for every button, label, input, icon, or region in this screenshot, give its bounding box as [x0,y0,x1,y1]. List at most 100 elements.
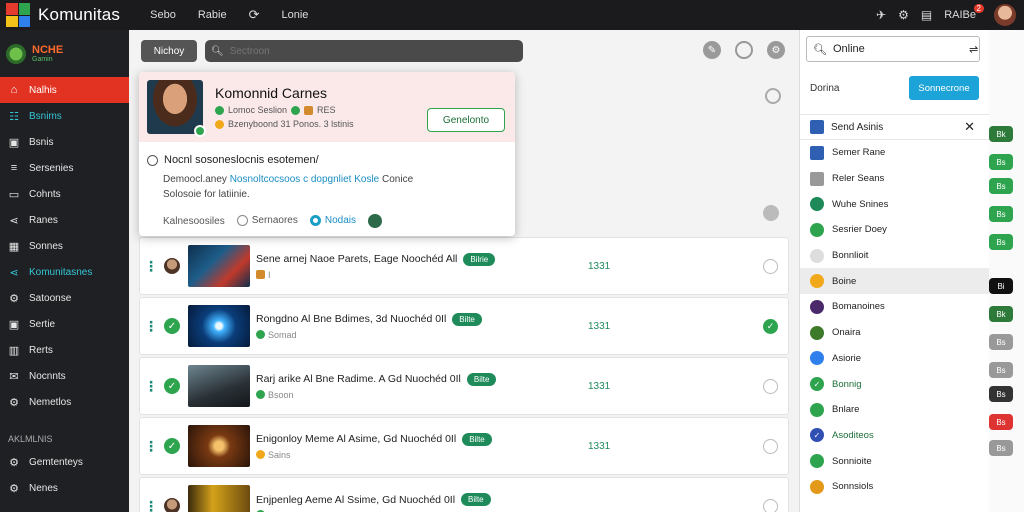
row-checkbox[interactable] [763,498,778,512]
panel-list-item[interactable]: ✓ Asoditeos [800,423,989,449]
more-options-icon[interactable]: ⋮ [140,378,162,395]
sidebar-item-nocnnts[interactable]: ✉ Nocnnts [0,363,129,389]
row-title[interactable]: Rongdno Al Bne Bdimes, 3d Nuochéd 0Il [256,313,446,325]
sidebar-item-cohnts[interactable]: ▭ Cohnts [0,181,129,207]
sidebar-item-komunitasnes[interactable]: ⋖ Komunitasnes [0,259,129,285]
edge-chip[interactable]: Bk [989,306,1013,322]
top-nav-item-1[interactable]: Sebo [150,9,176,21]
option-1[interactable]: Kalnesoosiles [163,216,225,227]
row-title[interactable]: Enigonloy Meme Al Asime, Gd Nuochéd 0Il [256,433,456,445]
table-row[interactable]: ⋮ Sene arnej Naoe Parets, Eage Noochéd Al… [139,237,789,295]
panel-list-item[interactable]: Bonnlioit [800,243,989,269]
game-icon [810,145,824,160]
sidebar-item-nemetlos[interactable]: ⚙ Nemetlos [0,389,129,415]
more-options-icon[interactable]: ⋮ [140,258,162,275]
sidebar-item-gemtenteys[interactable]: ⚙ Gemtenteys [0,449,129,475]
sidebar-item-rerts[interactable]: ▥ Rerts [0,337,129,363]
panel-list-item[interactable]: Reler Seans [800,166,989,192]
edge-chip[interactable]: Bs [989,154,1013,170]
row-checkbox[interactable] [763,258,778,274]
panel-list-item[interactable]: ✓ Bonnig [800,371,989,397]
bird-icon[interactable]: ✈ [876,8,886,22]
sidebar-item-ranes[interactable]: ⋖ Ranes [0,207,129,233]
panel-action-button[interactable]: Sonnecrone [909,76,979,100]
panel-search-input[interactable] [832,43,963,55]
sidebar-item-bsnis[interactable]: ▣ Bsnis [0,129,129,155]
circle-icon[interactable] [735,41,753,59]
edge-chip[interactable]: Bs [989,414,1013,430]
table-row[interactable]: ⋮ ✓ Rongdno Al Bne Bdimes, 3d Nuochéd 0Il B… [139,297,789,355]
row-title[interactable]: Enjpenleg Aeme Al Ssime, Gd Nuochéd 0Il [256,494,455,506]
table-row[interactable]: ⋮ ✓ Rarj arike Al Bne Radime. A Gd Nuochéd… [139,357,789,415]
panel-list-item[interactable]: Onaira [800,320,989,346]
toggle-icon[interactable] [765,88,781,104]
sidebar-item-nalhis[interactable]: ⌂ Nalhis [0,77,129,103]
tools-icon[interactable]: ✎ [703,41,721,59]
filter-button[interactable]: Nichoy [141,40,197,62]
search-bar[interactable]: 🔍︎ [205,40,523,62]
shield-icon[interactable] [368,214,382,228]
edge-chip[interactable]: Bs [989,206,1013,222]
document-icon[interactable]: ▤ [921,8,932,22]
panel-list-item[interactable]: Boine [800,268,989,295]
game-thumbnail[interactable] [188,485,250,512]
edge-chip[interactable]: Bs [989,362,1013,378]
more-options-icon[interactable]: ⋮ [140,318,162,335]
edge-chip[interactable]: Bs [989,334,1013,350]
row-checkbox[interactable]: ✓ [763,318,778,334]
notifications-link[interactable]: RAIBe 2 [944,4,984,21]
game-thumbnail[interactable] [188,425,250,467]
game-thumbnail[interactable] [188,365,250,407]
row-checkbox[interactable] [763,438,778,454]
more-options-icon[interactable]: ⋮ [140,438,162,455]
panel-list-item[interactable]: Semer Rane [800,140,989,166]
row-title[interactable]: Rarj arike Al Bne Radime. A Gd Nuochéd 0… [256,373,461,385]
edit-icon[interactable] [763,205,779,221]
app-logo[interactable] [6,3,30,27]
sidebar-item-sonnes[interactable]: ▦ Sonnes [0,233,129,259]
edge-chip[interactable]: Bs [989,386,1013,402]
table-row[interactable]: ⋮ Enjpenleg Aeme Al Ssime, Gd Nuochéd 0Il… [139,477,789,512]
table-row[interactable]: ⋮ ✓ Enigonloy Meme Al Asime, Gd Nuochéd 0I… [139,417,789,475]
top-nav-item-3[interactable]: Lonie [281,9,308,21]
status-badge: Bilte [452,312,482,326]
user-avatar[interactable] [994,4,1016,26]
settings-icon[interactable]: ⚙ [898,8,909,22]
gear-icon[interactable]: ⚙ [767,41,785,59]
panel-list-item[interactable]: Sonnioite [800,448,989,474]
option-2[interactable]: Sernaores [236,215,298,227]
refresh-icon[interactable]: ⟳ [249,7,260,23]
sidebar-item-sertie[interactable]: ▣ Sertie [0,311,129,337]
option-3[interactable]: Nodais [309,215,356,227]
search-input[interactable] [229,45,510,57]
row-title[interactable]: Sene arnej Naoe Parets, Eage Noochéd All [256,253,457,265]
sidebar-item-label: Rerts [29,344,53,356]
panel-list-item[interactable]: Bomanoines [800,294,989,320]
game-thumbnail[interactable] [188,305,250,347]
sidebar-item-sersenies[interactable]: ≡ Sersenies [0,155,129,181]
edge-chip[interactable]: Bi [989,278,1013,294]
sidebar-item-satoonse[interactable]: ⚙ Satoonse [0,285,129,311]
join-button[interactable]: Genelonto [427,108,505,132]
panel-search[interactable]: 🔍︎ ⇌ [806,36,980,62]
close-icon[interactable]: ✕ [964,119,975,135]
more-options-icon[interactable]: ⋮ [140,498,162,512]
edge-chip[interactable]: Bs [989,178,1013,194]
panel-list-item[interactable]: Asiorie [800,346,989,372]
row-checkbox[interactable] [763,378,778,394]
panel-list-item[interactable]: Bnlare [800,397,989,423]
game-thumbnail[interactable] [188,245,250,287]
popup-link[interactable]: Nosnoltcocsoos c dopgnliet Kosle [230,174,380,185]
sidebar-item-nenes[interactable]: ⚙ Nenes [0,475,129,501]
top-nav-item-2[interactable]: Rabie [198,9,227,21]
top-nav: Sebo Rabie ⟳ Lonie [150,7,308,23]
sidebar-brand[interactable]: NCHE Gamin [0,30,129,77]
sidebar-item-bsnims[interactable]: ☷ Bsnims [0,103,129,129]
panel-list-item[interactable]: Sonnsiols [800,474,989,500]
filter-icon[interactable]: ⇌ [969,43,978,56]
edge-chip[interactable]: Bs [989,440,1013,456]
edge-chip[interactable]: Bk [989,126,1013,142]
panel-list-item[interactable]: Sesrier Doey [800,217,989,243]
edge-chip[interactable]: Bs [989,234,1013,250]
panel-list-item[interactable]: Wuhe Snines [800,191,989,217]
